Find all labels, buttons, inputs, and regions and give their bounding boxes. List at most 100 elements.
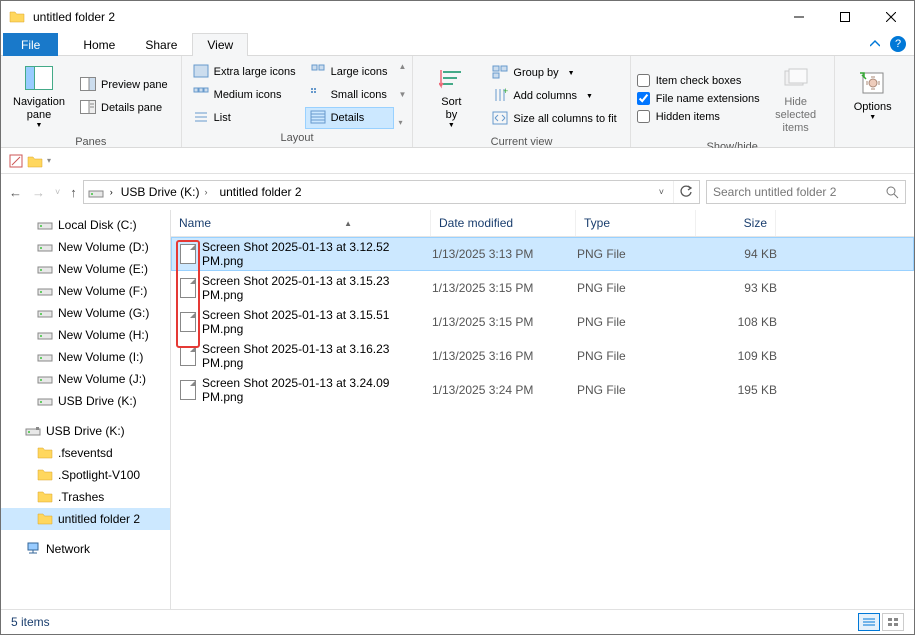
- tree-item[interactable]: .fseventsd: [1, 442, 170, 464]
- refresh-button[interactable]: [673, 181, 697, 203]
- file-row[interactable]: Screen Shot 2025-01-13 at 3.24.09 PM.png…: [171, 373, 914, 407]
- header-name[interactable]: Name▲: [171, 210, 431, 236]
- recent-dropdown[interactable]: ˅: [55, 187, 60, 197]
- file-row[interactable]: Screen Shot 2025-01-13 at 3.15.23 PM.png…: [171, 271, 914, 305]
- forward-button[interactable]: →: [32, 185, 45, 200]
- file-icon: [180, 312, 196, 332]
- column-headers[interactable]: Name▲ Date modified Type Size: [171, 210, 914, 237]
- file-extensions-toggle[interactable]: File name extensions: [637, 90, 760, 107]
- tree-item-label: untitled folder 2: [58, 512, 140, 526]
- collapse-ribbon-icon[interactable]: [870, 39, 880, 49]
- layout-small[interactable]: Small icons: [305, 84, 395, 106]
- group-label-panes: Panes: [7, 135, 175, 149]
- add-columns-button[interactable]: +Add columns▼: [487, 85, 623, 107]
- navigation-tree[interactable]: Local Disk (C:)New Volume (D:)New Volume…: [1, 210, 171, 609]
- tree-item[interactable]: Network: [1, 538, 170, 560]
- back-button[interactable]: ←: [9, 185, 22, 200]
- tree-item[interactable]: USB Drive (K:): [1, 420, 170, 442]
- tree-item[interactable]: New Volume (J:): [1, 368, 170, 390]
- window-title: untitled folder 2: [33, 10, 115, 24]
- tree-item[interactable]: Local Disk (C:): [1, 214, 170, 236]
- tree-item-label: New Volume (F:): [58, 284, 147, 298]
- status-bar: 5 items: [1, 610, 914, 634]
- tab-share[interactable]: Share: [130, 33, 192, 56]
- file-name: Screen Shot 2025-01-13 at 3.24.09 PM.png: [202, 376, 432, 404]
- preview-pane-button[interactable]: Preview pane: [75, 74, 175, 96]
- file-icon: [180, 278, 196, 298]
- tree-item[interactable]: New Volume (D:): [1, 236, 170, 258]
- maximize-button[interactable]: [822, 1, 868, 32]
- usb-icon: [25, 423, 41, 439]
- search-input[interactable]: Search untitled folder 2: [706, 180, 906, 204]
- tree-item[interactable]: USB Drive (K:): [1, 390, 170, 412]
- sort-by-button[interactable]: Sort by ▼: [419, 58, 483, 135]
- drive-icon: [37, 349, 53, 365]
- tab-file[interactable]: File: [3, 33, 58, 56]
- layout-list[interactable]: List: [188, 107, 303, 129]
- close-button[interactable]: [868, 1, 914, 32]
- group-label-layout: Layout: [188, 131, 407, 145]
- group-options: Options ▼: [835, 56, 911, 147]
- icons-view-button[interactable]: [882, 613, 904, 631]
- details-pane-button[interactable]: Details pane: [75, 97, 175, 119]
- file-size: 94 KB: [697, 247, 777, 261]
- tab-view[interactable]: View: [192, 33, 248, 56]
- navigation-pane-button[interactable]: Navigation pane ▼: [7, 58, 71, 135]
- file-size: 109 KB: [697, 349, 777, 363]
- details-view-button[interactable]: [858, 613, 880, 631]
- hidden-items-toggle[interactable]: Hidden items: [637, 108, 760, 125]
- tree-item[interactable]: .Spotlight-V100: [1, 464, 170, 486]
- layout-expand[interactable]: ▾: [398, 118, 406, 127]
- layout-scroll-up[interactable]: ▲: [398, 62, 406, 71]
- hide-selected-button[interactable]: Hide selected items: [764, 58, 828, 140]
- up-button[interactable]: ↑: [70, 185, 77, 200]
- header-date[interactable]: Date modified: [431, 210, 576, 236]
- folder-icon: [9, 9, 25, 25]
- quick-access-bar: ▾: [1, 148, 914, 174]
- folder-icon: [37, 511, 53, 527]
- tree-item[interactable]: New Volume (H:): [1, 324, 170, 346]
- file-row[interactable]: Screen Shot 2025-01-13 at 3.16.23 PM.png…: [171, 339, 914, 373]
- file-type: PNG File: [577, 349, 697, 363]
- layout-details[interactable]: Details: [305, 107, 395, 129]
- tab-home[interactable]: Home: [68, 33, 130, 56]
- file-date: 1/13/2025 3:15 PM: [432, 281, 577, 295]
- minimize-button[interactable]: [776, 1, 822, 32]
- file-date: 1/13/2025 3:15 PM: [432, 315, 577, 329]
- address-dropdown[interactable]: ˅: [654, 187, 669, 197]
- address-bar[interactable]: › USB Drive (K:)› untitled folder 2 ˅: [83, 180, 700, 204]
- file-row[interactable]: Screen Shot 2025-01-13 at 3.12.52 PM.png…: [171, 237, 914, 271]
- tree-item[interactable]: New Volume (E:): [1, 258, 170, 280]
- group-by-button[interactable]: Group by▼: [487, 62, 623, 84]
- tree-item[interactable]: untitled folder 2: [1, 508, 170, 530]
- drive-icon: [37, 305, 53, 321]
- file-pane[interactable]: Name▲ Date modified Type Size Screen Sho…: [171, 210, 914, 609]
- tree-item[interactable]: New Volume (F:): [1, 280, 170, 302]
- file-row[interactable]: Screen Shot 2025-01-13 at 3.15.51 PM.png…: [171, 305, 914, 339]
- header-type[interactable]: Type: [576, 210, 696, 236]
- crumb-root[interactable]: USB Drive (K:)›: [117, 185, 212, 199]
- drive-icon: [37, 217, 53, 233]
- help-icon[interactable]: ?: [890, 36, 906, 52]
- folder-icon[interactable]: [27, 154, 43, 168]
- header-size[interactable]: Size: [696, 210, 776, 236]
- file-size: 195 KB: [697, 383, 777, 397]
- tree-item[interactable]: New Volume (I:): [1, 346, 170, 368]
- tree-item[interactable]: .Trashes: [1, 486, 170, 508]
- item-check-boxes-toggle[interactable]: Item check boxes: [637, 72, 760, 89]
- crumb-current[interactable]: untitled folder 2: [215, 185, 305, 199]
- tree-item-label: USB Drive (K:): [58, 394, 137, 408]
- layout-medium[interactable]: Medium icons: [188, 84, 303, 106]
- tree-item-label: New Volume (H:): [58, 328, 149, 342]
- size-all-columns-button[interactable]: Size all columns to fit: [487, 108, 623, 130]
- tree-item[interactable]: New Volume (G:): [1, 302, 170, 324]
- group-show-hide: Item check boxes File name extensions Hi…: [631, 56, 835, 147]
- drive-icon: [37, 283, 53, 299]
- layout-extra-large[interactable]: Extra large icons: [188, 61, 303, 83]
- group-current-view: Sort by ▼ Group by▼ +Add columns▼ Size a…: [413, 56, 630, 147]
- layout-scroll-down[interactable]: ▼: [398, 90, 406, 99]
- tree-item-label: Network: [46, 542, 90, 556]
- properties-icon[interactable]: [9, 154, 23, 168]
- options-button[interactable]: Options ▼: [841, 63, 905, 127]
- layout-large[interactable]: Large icons: [305, 61, 395, 83]
